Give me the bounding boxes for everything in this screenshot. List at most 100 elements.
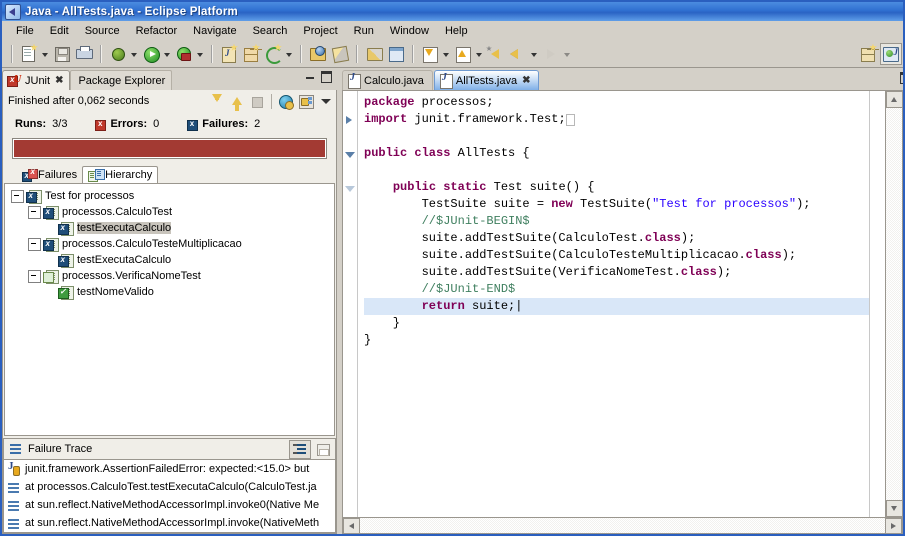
new-java-dropdown-icon[interactable] <box>285 45 294 63</box>
open-perspective-icon[interactable] <box>858 43 878 64</box>
previous-annotation-icon[interactable] <box>453 44 473 64</box>
filter-stack-trace-button[interactable] <box>289 439 311 459</box>
toolbar-separator <box>300 44 302 63</box>
tab-junit[interactable]: U JUnit ✖ <box>2 70 71 90</box>
tab-alltests-java[interactable]: J AllTests.java ✖ <box>433 70 540 90</box>
menu-navigate[interactable]: Navigate <box>185 23 244 39</box>
menu-project[interactable]: Project <box>295 23 345 39</box>
save-icon[interactable] <box>52 44 72 64</box>
tab-failures[interactable]: Failures <box>17 166 82 183</box>
rerun-test-button[interactable] <box>276 92 296 110</box>
editor-gutter[interactable] <box>343 91 357 517</box>
menu-source[interactable]: Source <box>77 23 128 39</box>
back-navigation-icon[interactable] <box>508 44 528 64</box>
scroll-up-button[interactable] <box>886 91 902 108</box>
forward-navigation-icon[interactable] <box>541 44 561 64</box>
list-item[interactable]: junit.framework.AssertionFailedError: ex… <box>4 460 335 478</box>
menu-edit[interactable]: Edit <box>42 23 77 39</box>
editor-overview-ruler[interactable] <box>869 91 885 517</box>
scroll-left-button[interactable] <box>343 518 360 533</box>
code-editor[interactable]: package processos; import junit.framewor… <box>358 91 869 517</box>
tab-package-explorer[interactable]: Package Explorer <box>70 70 173 90</box>
new-java-class-icon[interactable] <box>219 43 239 64</box>
tab-hierarchy[interactable]: Hierarchy <box>82 166 159 183</box>
debug-icon[interactable] <box>108 44 128 64</box>
close-icon[interactable]: ✖ <box>55 75 63 86</box>
close-icon[interactable]: ✖ <box>522 75 530 86</box>
run-dropdown-icon[interactable] <box>163 45 172 63</box>
test-method-icon <box>58 285 74 300</box>
failure-trace-list[interactable]: junit.framework.AssertionFailedError: ex… <box>3 459 336 533</box>
back-navigation-dropdown-icon[interactable] <box>530 45 539 63</box>
expander-icon[interactable] <box>28 205 41 219</box>
menu-search[interactable]: Search <box>245 23 296 39</box>
next-annotation-dropdown-icon[interactable] <box>442 45 451 63</box>
fold-expanded-icon[interactable] <box>345 152 355 158</box>
menu-run[interactable]: Run <box>346 23 382 39</box>
toolbar-separator <box>356 44 358 63</box>
next-failure-button[interactable] <box>207 92 227 110</box>
editor-vertical-scrollbar[interactable] <box>885 91 902 517</box>
expander-icon[interactable] <box>28 269 41 283</box>
run-icon[interactable] <box>141 44 161 64</box>
new-wizard-icon[interactable] <box>19 43 39 64</box>
menu-window[interactable]: Window <box>382 23 437 39</box>
tab-junit-label: JUnit <box>25 74 51 87</box>
forward-navigation-dropdown-icon[interactable] <box>563 45 572 63</box>
search-icon[interactable] <box>330 44 350 64</box>
test-method-icon <box>58 253 74 268</box>
print-icon[interactable] <box>74 44 94 64</box>
minimize-button[interactable] <box>304 70 317 82</box>
toggle-mark-occurrences-icon[interactable] <box>364 44 384 64</box>
stop-button[interactable] <box>247 92 267 110</box>
java-perspective-icon[interactable] <box>880 42 902 65</box>
expander-icon[interactable] <box>11 189 24 203</box>
toolbar-separator <box>100 44 102 63</box>
tree-item[interactable]: Test for processos <box>11 188 334 204</box>
list-item[interactable]: at sun.reflect.NativeMethodAccessorImpl.… <box>4 496 335 514</box>
editor-horizontal-scrollbar[interactable] <box>343 517 902 533</box>
next-annotation-icon[interactable] <box>420 44 440 64</box>
previous-failure-button[interactable] <box>227 92 247 111</box>
menu-file[interactable]: File <box>8 23 42 39</box>
scroll-down-button[interactable] <box>886 500 902 517</box>
editor-tabbar: J Calculo.java J AllTests.java ✖ <box>342 68 903 90</box>
debug-dropdown-icon[interactable] <box>130 45 139 63</box>
tree-item[interactable]: processos.CalculoTesteMultiplicacao <box>11 236 334 252</box>
new-wizard-dropdown-icon[interactable] <box>41 45 50 63</box>
tree-item[interactable]: testNomeValido <box>11 284 334 300</box>
tree-item[interactable]: testExecutaCalculo <box>11 252 334 268</box>
tree-item[interactable]: testExecutaCalculo <box>11 220 334 236</box>
maximize-button[interactable] <box>320 70 333 83</box>
tab-calculo-java[interactable]: J Calculo.java <box>342 70 433 90</box>
external-tools-dropdown-icon[interactable] <box>196 45 205 63</box>
scroll-lock-button[interactable] <box>296 92 316 110</box>
maximize-trace-button[interactable] <box>313 441 333 458</box>
fold-collapsed-icon[interactable] <box>346 116 352 124</box>
new-java-package-icon[interactable] <box>241 43 261 64</box>
junit-test-tree[interactable]: Test for processos processos.CalculoTest <box>4 183 335 436</box>
scroll-right-button[interactable] <box>885 518 902 533</box>
list-item[interactable]: at sun.reflect.NativeMethodAccessorImpl.… <box>4 514 335 532</box>
open-type-icon[interactable] <box>308 44 328 64</box>
view-menu-button[interactable] <box>316 92 336 110</box>
code-line: } <box>364 333 372 347</box>
previous-annotation-dropdown-icon[interactable] <box>475 45 484 63</box>
expander-icon[interactable] <box>28 237 41 251</box>
tree-item-label: processos.CalculoTest <box>62 206 173 218</box>
external-tools-icon[interactable] <box>174 44 194 64</box>
list-item[interactable]: at processos.CalculoTest.testExecutaCalc… <box>4 478 335 496</box>
menu-refactor[interactable]: Refactor <box>128 23 186 39</box>
menu-help[interactable]: Help <box>437 23 476 39</box>
code-line: suite.addTestSuite(VerificaNomeTest.clas… <box>364 265 732 279</box>
junit-counters: Runs: 3/3 Errors: 0 Failures: 2 <box>3 112 336 136</box>
show-whitespace-icon[interactable] <box>386 44 406 64</box>
junit-result-tabs: Failures Hierarchy <box>3 165 336 183</box>
last-edit-location-icon[interactable] <box>486 44 506 64</box>
test-class-icon <box>43 237 59 252</box>
tree-item[interactable]: processos.CalculoTest <box>11 204 334 220</box>
fold-expanded-icon[interactable] <box>345 186 355 192</box>
tree-item[interactable]: processos.VerificaNomeTest <box>11 268 334 284</box>
new-java-project-icon[interactable] <box>263 43 283 64</box>
